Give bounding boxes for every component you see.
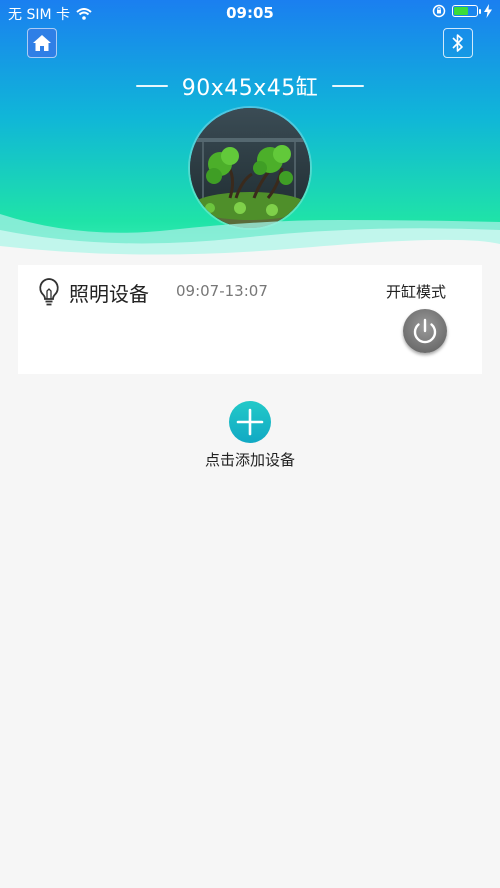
orientation-lock-icon (432, 4, 446, 18)
power-button[interactable] (403, 309, 447, 353)
device-card[interactable]: 照明设备 09:07-13:07 开缸模式 (18, 265, 482, 374)
header: 无 SIM 卡 09:05 90x45x45缸 (0, 0, 500, 260)
title-right-line (332, 85, 365, 87)
home-button[interactable] (27, 28, 57, 58)
bluetooth-icon (452, 34, 463, 52)
title-left-line (135, 85, 168, 87)
status-bar: 无 SIM 卡 09:05 (0, 0, 500, 26)
add-device-button[interactable] (229, 401, 271, 443)
power-icon (413, 318, 437, 344)
plus-icon (236, 408, 264, 436)
device-schedule: 09:07-13:07 (176, 282, 268, 300)
tank-title[interactable]: 90x45x45缸 (182, 70, 319, 102)
bluetooth-button[interactable] (443, 28, 473, 58)
wave-decoration (0, 214, 500, 260)
home-icon (33, 35, 51, 51)
battery-icon (452, 5, 481, 17)
title-row: 90x45x45缸 (0, 70, 500, 102)
status-right (432, 4, 492, 18)
charging-icon (484, 4, 492, 18)
add-device-label[interactable]: 点击添加设备 (0, 449, 500, 470)
status-time: 09:05 (226, 4, 274, 22)
lightbulb-icon (39, 278, 59, 306)
mode-label: 开缸模式 (386, 283, 447, 301)
device-name: 照明设备 (69, 282, 149, 306)
